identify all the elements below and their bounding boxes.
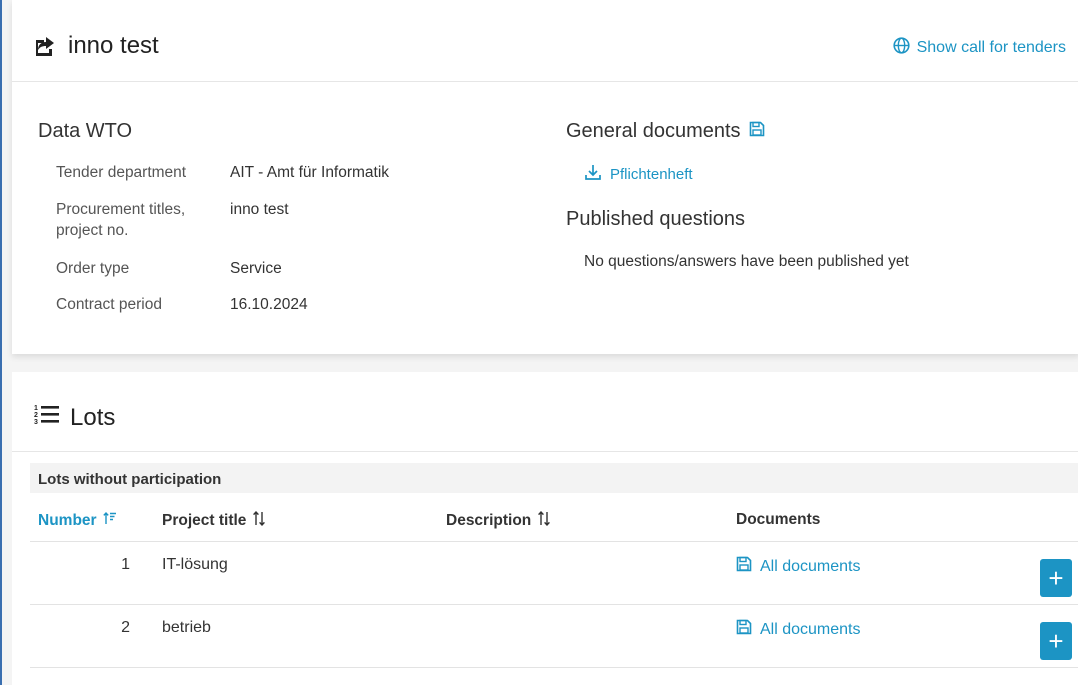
- tender-overview-card: inno test Show call for tenders Data WTO…: [12, 0, 1078, 354]
- pflichtenheft-label: Pflichtenheft: [610, 166, 693, 183]
- general-documents-heading-text: General documents: [566, 120, 741, 142]
- published-questions-heading: Published questions: [566, 208, 746, 230]
- svg-text:1: 1: [34, 405, 38, 412]
- field-value-procurement-titles: inno test: [230, 201, 289, 218]
- plus-icon: +: [1048, 626, 1064, 656]
- column-header-project-title[interactable]: Project title: [162, 510, 266, 531]
- column-header-documents: Documents: [736, 511, 821, 528]
- lots-group-row: Lots without participation: [30, 463, 1078, 493]
- ordered-list-icon: 1 2 3: [34, 403, 60, 432]
- share-icon: [34, 36, 56, 56]
- all-documents-link[interactable]: All documents: [736, 556, 861, 577]
- floppy-disk-icon: [736, 556, 752, 577]
- lot-number: 2: [121, 619, 130, 636]
- lots-title: 1 2 3 Lots: [34, 403, 115, 432]
- plus-icon: +: [1048, 563, 1064, 593]
- lots-card: 1 2 3 Lots Lots without participation Nu…: [12, 372, 1078, 685]
- floppy-disk-icon: [749, 120, 765, 143]
- field-value-tender-department: AIT - Amt für Informatik: [230, 164, 390, 181]
- table-row: 2 betrieb All documents +: [30, 605, 1078, 668]
- sort-ascending-icon: [102, 511, 117, 530]
- column-header-description-label: Description: [446, 512, 532, 529]
- lot-project-title: IT-lösung: [162, 556, 228, 573]
- globe-icon: [892, 37, 910, 59]
- pflichtenheft-download-link[interactable]: Pflichtenheft: [584, 164, 693, 185]
- all-documents-label: All documents: [760, 557, 861, 575]
- add-lot-button[interactable]: +: [1040, 622, 1072, 660]
- field-label-order-type: Order type: [56, 260, 130, 277]
- general-documents-heading: General documents: [566, 120, 765, 143]
- field-label-procurement-titles: Procurement titles, project no.: [56, 201, 186, 239]
- column-header-project-title-label: Project title: [162, 512, 247, 529]
- lot-project-title: betrieb: [162, 619, 211, 636]
- svg-text:3: 3: [34, 419, 38, 425]
- field-label-tender-department: Tender department: [56, 164, 187, 181]
- field-value-order-type: Service: [230, 260, 282, 277]
- add-lot-button[interactable]: +: [1040, 559, 1072, 597]
- lot-number: 1: [121, 556, 130, 573]
- svg-text:2: 2: [34, 412, 38, 419]
- tender-header: inno test Show call for tenders: [12, 0, 1078, 82]
- all-documents-label: All documents: [760, 620, 861, 638]
- data-wto-heading: Data WTO: [38, 120, 133, 142]
- show-call-for-tenders-link[interactable]: Show call for tenders: [892, 37, 1066, 59]
- field-label-contract-period: Contract period: [56, 296, 162, 313]
- field-value-contract-period: 16.10.2024: [230, 296, 308, 313]
- lots-header: 1 2 3 Lots: [12, 372, 1078, 452]
- no-questions-text: No questions/answers have been published…: [584, 253, 909, 270]
- page-title: inno test: [34, 32, 159, 60]
- table-row: 1 IT-lösung All documents +: [30, 542, 1078, 605]
- show-call-for-tenders-label: Show call for tenders: [916, 39, 1066, 56]
- column-header-description[interactable]: Description: [446, 510, 551, 531]
- download-icon: [584, 164, 602, 185]
- column-header-number[interactable]: Number: [38, 511, 117, 530]
- floppy-disk-icon: [736, 619, 752, 640]
- page-title-text: inno test: [68, 32, 159, 59]
- sort-icon: [537, 510, 551, 531]
- lots-title-text: Lots: [70, 403, 116, 431]
- sort-icon: [252, 510, 266, 531]
- column-header-number-label: Number: [38, 511, 97, 529]
- all-documents-link[interactable]: All documents: [736, 619, 861, 640]
